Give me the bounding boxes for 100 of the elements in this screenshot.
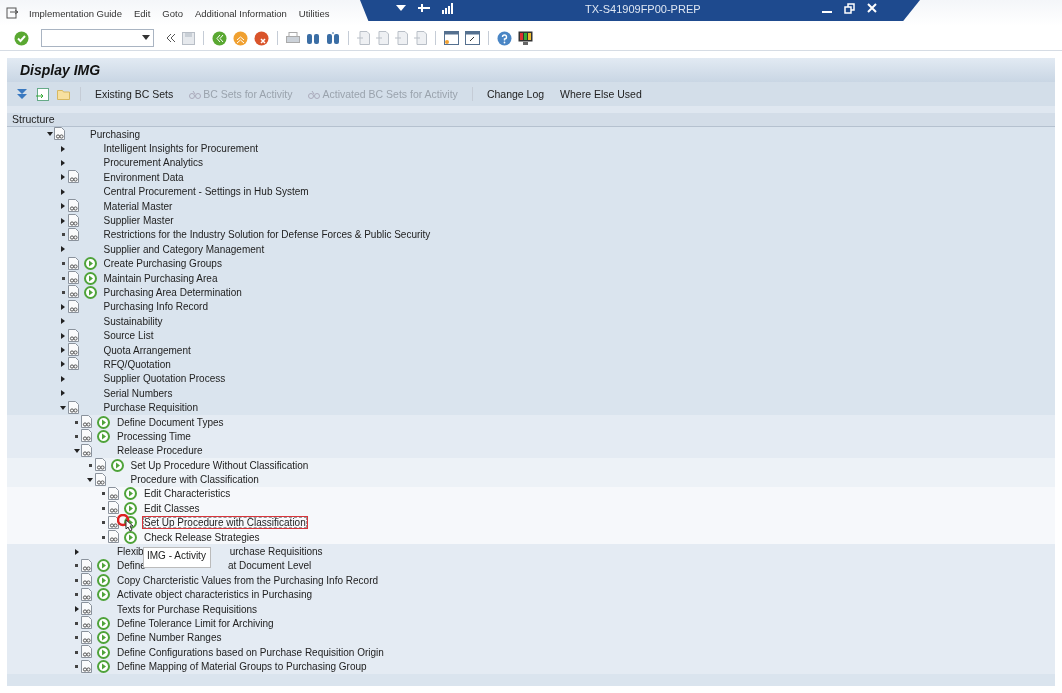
tree-node-label[interactable]: Purchasing Info Record — [101, 300, 210, 314]
document-icon[interactable] — [80, 602, 93, 617]
pin-icon[interactable] — [418, 3, 430, 13]
document-icon[interactable] — [66, 256, 80, 271]
tree-node-label[interactable]: Serial Numbers — [101, 386, 175, 400]
print-icon[interactable] — [286, 31, 300, 45]
document-icon[interactable] — [80, 573, 93, 588]
document-icon[interactable] — [107, 501, 120, 516]
signal-icon[interactable] — [442, 3, 454, 14]
window-icon[interactable] — [444, 31, 459, 45]
tree-node-label[interactable]: Activate object characteristics in Purchasing — [115, 588, 315, 602]
tree-node-label[interactable]: Edit Classes — [142, 501, 202, 515]
document-icon[interactable] — [107, 515, 120, 530]
document-icon[interactable] — [53, 127, 66, 142]
toolbar-button[interactable]: Existing BC Sets — [91, 88, 178, 100]
menu-item[interactable]: Additional Information — [194, 7, 287, 19]
expand-all-icon[interactable] — [16, 88, 28, 100]
expand-icon[interactable] — [73, 606, 80, 613]
document-icon[interactable] — [66, 285, 80, 300]
document-icon[interactable] — [66, 299, 80, 314]
cancel-icon[interactable] — [254, 30, 269, 46]
document-icon[interactable] — [66, 170, 80, 185]
tree-node-label[interactable]: Purchasing — [88, 127, 143, 141]
window-icon[interactable] — [465, 31, 480, 45]
document-icon[interactable] — [66, 400, 80, 415]
document-icon[interactable] — [93, 472, 107, 487]
dropdown-icon[interactable] — [142, 35, 150, 41]
tree-node-label[interactable]: Central Procurement - Settings in Hub System — [101, 185, 311, 199]
tree-node-label[interactable]: Environment Data — [101, 170, 186, 184]
document-icon[interactable] — [66, 213, 80, 228]
expand-icon[interactable] — [60, 188, 66, 195]
dropdown-icon[interactable] — [396, 3, 406, 13]
tree-node-label[interactable]: Supplier Quotation Process — [101, 372, 228, 386]
monitor-icon[interactable] — [518, 31, 533, 45]
tree-node-label[interactable]: Texts for Purchase Requisitions — [115, 602, 260, 616]
expand-icon[interactable] — [60, 246, 66, 253]
menu-item[interactable]: Implementation Guide — [29, 7, 122, 19]
expand-icon[interactable] — [60, 390, 66, 397]
expand-icon[interactable] — [60, 318, 66, 325]
menu-item[interactable]: Edit — [133, 7, 151, 19]
document-icon[interactable] — [80, 587, 93, 602]
binoculars-icon[interactable] — [326, 31, 340, 45]
document-icon[interactable] — [107, 486, 120, 501]
tree-node-label[interactable]: Procedure with Classification — [128, 473, 261, 487]
document-icon[interactable] — [80, 659, 93, 674]
tree-node-label[interactable]: Define Document Types — [115, 415, 226, 429]
document-icon[interactable] — [80, 429, 93, 444]
tree-node-label[interactable]: Supplier and Category Management — [101, 242, 267, 256]
help-icon[interactable] — [497, 30, 512, 46]
tree-node-label[interactable]: Sustainability — [101, 314, 165, 328]
expand-icon[interactable] — [60, 145, 66, 152]
document-icon[interactable] — [66, 328, 80, 343]
tree-node-label[interactable]: urchase Requisitions — [227, 545, 325, 558]
collapse-icon[interactable] — [73, 447, 80, 454]
document-icon[interactable] — [66, 227, 80, 242]
menu-icon[interactable] — [6, 7, 19, 19]
expand-icon[interactable] — [73, 548, 80, 555]
tree-node-label[interactable]: Release Procedure — [115, 444, 205, 458]
tree-node-label[interactable]: Supplier Master — [101, 214, 176, 228]
exit-icon[interactable] — [233, 30, 248, 46]
tree-node-label[interactable]: Flexib — [115, 545, 146, 558]
document-icon[interactable] — [66, 357, 80, 372]
tree-node-label[interactable]: RFQ/Quotation — [101, 357, 173, 371]
tree-node-label[interactable]: Quota Arrangement — [101, 343, 193, 357]
tree-node-label[interactable]: Check Release Strategies — [142, 530, 262, 544]
close-icon[interactable] — [867, 3, 877, 13]
document-icon[interactable] — [107, 530, 120, 545]
tree-node-label[interactable]: Create Purchasing Groups — [101, 257, 224, 271]
document-icon[interactable] — [80, 616, 93, 631]
back-icon[interactable] — [212, 30, 227, 46]
document-icon[interactable] — [80, 630, 93, 645]
collapse-icon[interactable] — [46, 131, 53, 138]
document-icon[interactable] — [80, 645, 93, 660]
tree-node-label[interactable]: Material Master — [101, 199, 175, 213]
document-icon[interactable] — [66, 199, 80, 214]
tree-node-label[interactable]: Source List — [101, 329, 156, 343]
document-icon[interactable] — [80, 443, 93, 458]
tree-node-label[interactable]: Edit Characteristics — [142, 487, 233, 501]
tree-node-label[interactable]: Processing Time — [115, 429, 193, 443]
toolbar-button[interactable]: Change Log — [482, 88, 549, 100]
tree-node-label[interactable]: Purchasing Area Determination — [101, 286, 244, 299]
document-icon[interactable] — [93, 458, 107, 473]
toolbar-button[interactable]: Where Else Used — [556, 88, 646, 100]
binoculars-icon[interactable] — [306, 31, 320, 45]
tree-node-label[interactable]: Intelligent Insights for Procurement — [101, 142, 261, 156]
tree-node-label[interactable]: Define Number Ranges — [115, 631, 224, 645]
menu-item[interactable]: Utilities — [298, 7, 330, 19]
tree-node-label[interactable]: Restrictions for the Industry Solution for Defense Forces & Public Security — [101, 228, 433, 242]
tree-node-label[interactable]: Set Up Procedure Without Classification — [128, 458, 311, 472]
tree-node-label[interactable]: Purchase Requisition — [101, 401, 200, 415]
chevron-left-icon[interactable] — [166, 33, 176, 43]
document-icon[interactable] — [80, 415, 93, 429]
document-icon[interactable] — [80, 558, 93, 573]
menu-item[interactable]: Goto — [162, 7, 183, 19]
command-field[interactable] — [41, 29, 154, 47]
expand-icon[interactable] — [60, 375, 66, 382]
document-icon[interactable] — [36, 87, 49, 101]
tree-node-label[interactable]: Procurement Analytics — [101, 156, 205, 170]
tree-node-label[interactable]: at Document Level — [225, 559, 314, 573]
tree-node-label[interactable]: Define Tolerance Limit for Archiving — [115, 616, 276, 630]
